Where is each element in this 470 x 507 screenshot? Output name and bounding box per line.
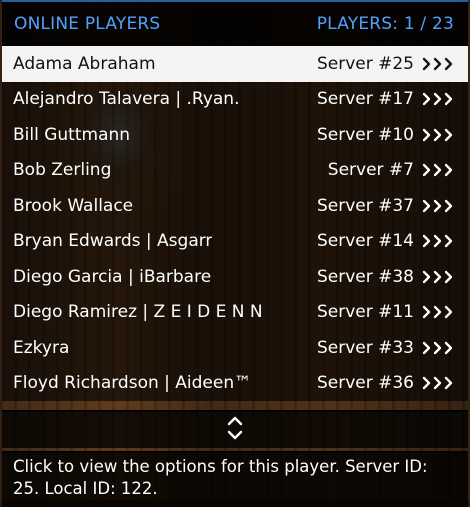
triple-chevron-right-icon — [422, 92, 454, 106]
player-row[interactable]: Diego Ramirez | Z E I D E N N Server #11 — [2, 294, 468, 330]
player-server: Server #14 — [316, 231, 414, 252]
triple-chevron-right-icon — [422, 57, 454, 71]
player-server-group: Server #25 — [317, 54, 454, 74]
player-name: Brook Wallace — [13, 195, 134, 216]
player-server: Server #33 — [316, 337, 414, 358]
player-server-group: Server #17 — [317, 89, 454, 109]
triple-chevron-right-icon — [422, 199, 454, 213]
player-name: Bill Guttmann — [13, 124, 131, 145]
player-server: Server #38 — [316, 266, 414, 287]
up-down-chevron-icon — [227, 415, 243, 445]
player-name: Adama Abraham — [13, 53, 156, 74]
player-name: Bob Zerling — [13, 160, 112, 181]
triple-chevron-right-icon — [422, 163, 454, 177]
player-server-group: Server #36 — [317, 373, 454, 393]
player-name: Ezkyra — [13, 337, 70, 358]
player-server-group: Server #38 — [317, 267, 454, 287]
menu-title: ONLINE PLAYERS — [14, 14, 161, 34]
player-name: Diego Ramirez | Z E I D E N N — [13, 302, 263, 323]
triple-chevron-right-icon — [422, 341, 454, 355]
player-server: Server #36 — [316, 373, 414, 394]
player-name: Bryan Edwards | Asgarr — [13, 231, 213, 252]
player-row[interactable]: Bryan Edwards | Asgarr Server #14 — [2, 223, 468, 259]
player-row[interactable]: Diego Garcia | iBarbare Server #38 — [2, 259, 468, 295]
player-server-group: Server #7 — [328, 160, 454, 180]
player-row[interactable]: Ezkyra Server #33 — [2, 330, 468, 366]
triple-chevron-right-icon — [422, 128, 454, 142]
player-list: Adama Abraham Server #25 Alejandro Talaver… — [2, 46, 468, 401]
player-row[interactable]: Floyd Richardson | Aideen™ Server #36 — [2, 365, 468, 401]
player-name: Floyd Richardson | Aideen™ — [13, 373, 252, 394]
triple-chevron-right-icon — [422, 376, 454, 390]
player-server: Server #7 — [327, 160, 414, 181]
description-text: Click to view the options for this playe… — [13, 457, 428, 498]
triple-chevron-right-icon — [422, 305, 454, 319]
player-name: Diego Garcia | iBarbare — [13, 266, 212, 287]
online-players-menu: ONLINE PLAYERS PLAYERS: 1 / 23 Adama Abr… — [2, 0, 468, 507]
description-panel: Click to view the options for this playe… — [2, 451, 468, 507]
player-server: Server #17 — [316, 89, 414, 110]
player-server: Server #37 — [316, 195, 414, 216]
player-server-group: Server #11 — [317, 302, 454, 322]
player-row[interactable]: Bill Guttmann Server #10 — [2, 117, 468, 153]
player-row[interactable]: Alejandro Talavera | .Ryan. Server #17 — [2, 81, 468, 117]
player-server-group: Server #14 — [317, 231, 454, 251]
scroll-indicator[interactable] — [2, 410, 468, 448]
player-server: Server #10 — [316, 124, 414, 145]
menu-header: ONLINE PLAYERS PLAYERS: 1 / 23 — [2, 0, 468, 46]
player-server-group: Server #37 — [317, 196, 454, 216]
player-server: Server #25 — [316, 53, 414, 74]
player-row[interactable]: Brook Wallace Server #37 — [2, 188, 468, 224]
player-server-group: Server #33 — [317, 338, 454, 358]
player-count: PLAYERS: 1 / 23 — [316, 14, 454, 34]
player-server-group: Server #10 — [317, 125, 454, 145]
triple-chevron-right-icon — [422, 270, 454, 284]
player-row[interactable]: Adama Abraham Server #25 — [2, 46, 468, 82]
triple-chevron-right-icon — [422, 234, 454, 248]
player-name: Alejandro Talavera | .Ryan. — [13, 89, 240, 110]
player-server: Server #11 — [316, 302, 414, 323]
player-row[interactable]: Bob Zerling Server #7 — [2, 152, 468, 188]
